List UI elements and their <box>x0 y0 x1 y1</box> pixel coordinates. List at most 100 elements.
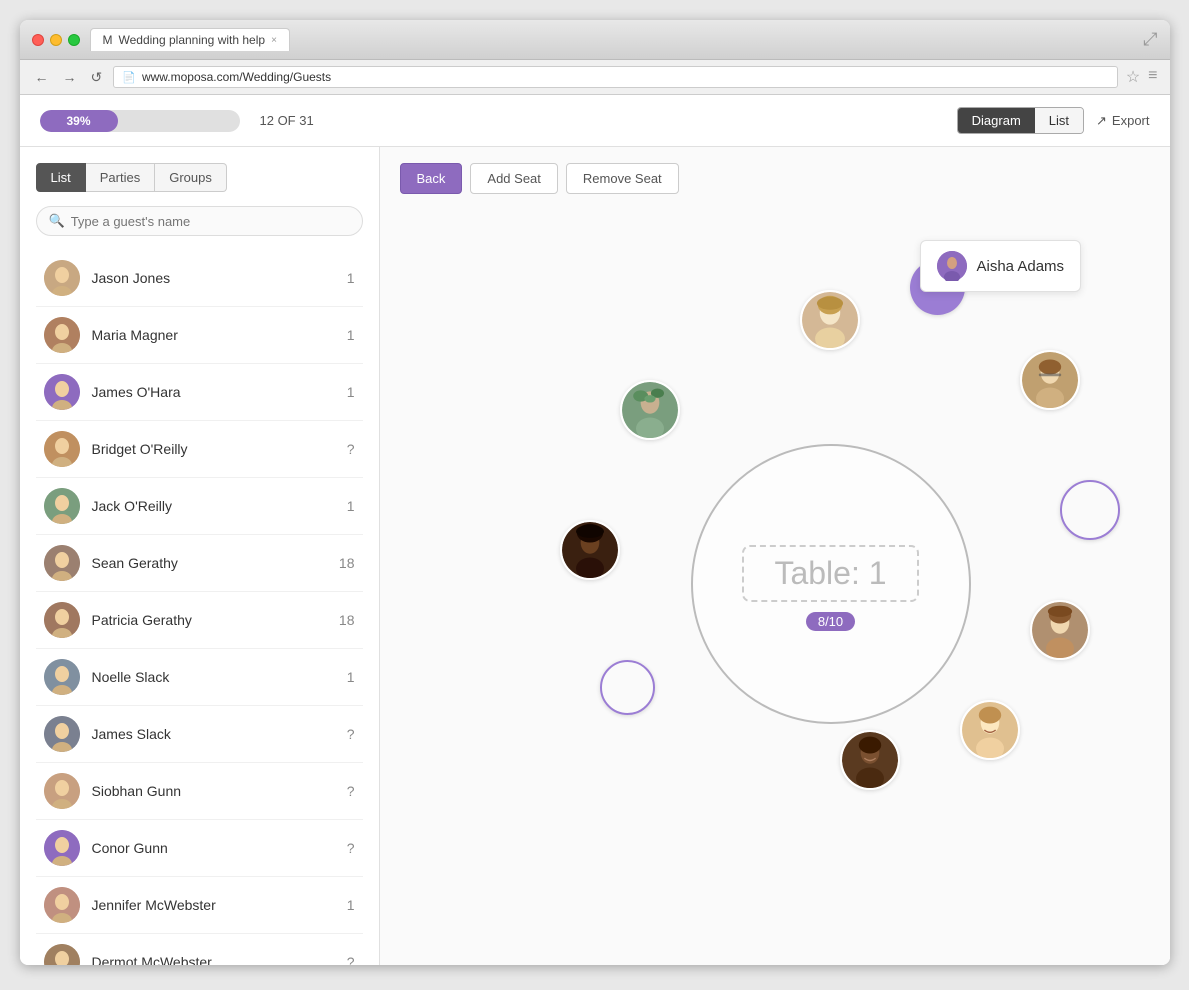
table-dashed-box: Table: 1 <box>742 545 918 602</box>
back-nav-button[interactable]: ← <box>32 69 52 85</box>
guest-table-number: 1 <box>335 669 355 685</box>
guest-avatar <box>44 830 80 866</box>
seat-top-center[interactable] <box>800 290 860 350</box>
tab-title: Wedding planning with help <box>119 33 266 47</box>
progress-bar-container: 39% <box>40 110 240 132</box>
minimize-dot[interactable] <box>50 34 62 46</box>
browser-tab[interactable]: M Wedding planning with help × <box>90 28 290 51</box>
guest-avatar <box>44 488 80 524</box>
guest-name: Jack O'Reilly <box>92 498 335 514</box>
top-bar: 39% 12 OF 31 Diagram List ↗ Export <box>20 95 1170 147</box>
guest-avatar <box>44 773 80 809</box>
guest-avatar <box>44 260 80 296</box>
guest-name: Jason Jones <box>92 270 335 286</box>
add-seat-button[interactable]: Add Seat <box>470 163 558 194</box>
search-icon: 🔍 <box>49 213 65 229</box>
guest-avatar <box>44 317 80 353</box>
url-field[interactable]: 📄 www.moposa.com/Wedding/Guests <box>113 66 1118 88</box>
seat-tooltip: Aisha Adams <box>920 240 1082 292</box>
guest-table-number: 18 <box>335 555 355 571</box>
guest-name: Noelle Slack <box>92 669 335 685</box>
search-box: 🔍 <box>36 206 363 236</box>
seat-bottom-right[interactable] <box>960 700 1020 760</box>
seat-bottom-center[interactable] <box>840 730 900 790</box>
window-resize-icon[interactable]: ⤢ <box>1143 29 1157 50</box>
seat-right-bottom[interactable] <box>1030 600 1090 660</box>
guest-item[interactable]: Jason Jones1 <box>36 250 363 307</box>
bookmark-icon[interactable]: ☆ <box>1126 67 1140 87</box>
guest-table-number: 1 <box>335 897 355 913</box>
guest-item[interactable]: James O'Hara1 <box>36 364 363 421</box>
top-bar-right: Diagram List ↗ Export <box>957 107 1150 134</box>
export-icon: ↗ <box>1096 113 1107 129</box>
guest-name: Siobhan Gunn <box>92 783 335 799</box>
tab-close-icon[interactable]: × <box>271 35 277 46</box>
seat-left[interactable] <box>560 520 620 580</box>
guest-item[interactable]: Dermot McWebster? <box>36 934 363 965</box>
forward-nav-button[interactable]: → <box>60 69 80 85</box>
table-count: 8/10 <box>806 612 855 631</box>
guest-item[interactable]: Bridget O'Reilly? <box>36 421 363 478</box>
remove-seat-button[interactable]: Remove Seat <box>566 163 679 194</box>
guest-item[interactable]: Maria Magner1 <box>36 307 363 364</box>
guest-table-number: 18 <box>335 612 355 628</box>
guest-table-number: 1 <box>335 270 355 286</box>
browser-dots <box>32 34 80 46</box>
guest-item[interactable]: Siobhan Gunn? <box>36 763 363 820</box>
guest-table-number: ? <box>335 726 355 742</box>
export-button[interactable]: ↗ Export <box>1096 113 1149 129</box>
guest-avatar <box>44 659 80 695</box>
refresh-button[interactable]: ↺ <box>88 69 106 86</box>
guest-item[interactable]: Sean Gerathy18 <box>36 535 363 592</box>
menu-icon[interactable]: ≡ <box>1148 67 1157 87</box>
guest-item[interactable]: Patricia Gerathy18 <box>36 592 363 649</box>
guest-item[interactable]: Noelle Slack1 <box>36 649 363 706</box>
guest-table-number: 1 <box>335 498 355 514</box>
guest-table-number: ? <box>335 441 355 457</box>
progress-label: 39% <box>66 114 90 128</box>
sidebar: List Parties Groups 🔍 Jason Jones1Maria … <box>20 147 380 965</box>
guest-table-number: 1 <box>335 384 355 400</box>
table-diagram: Table: 1 8/10 <box>380 210 1170 958</box>
guest-avatar <box>44 431 80 467</box>
guest-item[interactable]: Jennifer McWebster1 <box>36 877 363 934</box>
url-text: www.moposa.com/Wedding/Guests <box>142 70 331 84</box>
tab-parties[interactable]: Parties <box>86 163 155 192</box>
guest-avatar <box>44 602 80 638</box>
url-actions: ☆ ≡ <box>1126 67 1158 87</box>
tab-favicon: M <box>103 33 113 47</box>
close-dot[interactable] <box>32 34 44 46</box>
back-button[interactable]: Back <box>400 163 463 194</box>
list-view-button[interactable]: List <box>1035 108 1083 133</box>
seat-bottom-left-empty[interactable] <box>600 660 655 715</box>
diagram-view-button[interactable]: Diagram <box>958 108 1035 133</box>
seat-right-top[interactable] <box>1020 350 1080 410</box>
guest-item[interactable]: Conor Gunn? <box>36 820 363 877</box>
guest-item[interactable]: James Slack? <box>36 706 363 763</box>
guest-name: Maria Magner <box>92 327 335 343</box>
sidebar-tabs: List Parties Groups <box>36 163 363 192</box>
diagram-area: Back Add Seat Remove Seat Table: 1 8/10 <box>380 147 1170 965</box>
tooltip-avatar <box>937 251 967 281</box>
maximize-dot[interactable] <box>68 34 80 46</box>
main-layout: List Parties Groups 🔍 Jason Jones1Maria … <box>20 147 1170 965</box>
export-label: Export <box>1112 113 1150 128</box>
guest-name: James O'Hara <box>92 384 335 400</box>
guest-table-number: 1 <box>335 327 355 343</box>
guest-avatar <box>44 545 80 581</box>
guest-item[interactable]: Jack O'Reilly1 <box>36 478 363 535</box>
diagram-toolbar: Back Add Seat Remove Seat <box>380 147 1170 210</box>
seat-top-left[interactable] <box>620 380 680 440</box>
browser-window: M Wedding planning with help × ⤢ ← → ↺ 📄… <box>20 20 1170 965</box>
guest-avatar <box>44 716 80 752</box>
seat-right-middle-empty[interactable] <box>1060 480 1120 540</box>
tab-list[interactable]: List <box>36 163 86 192</box>
guest-name: Bridget O'Reilly <box>92 441 335 457</box>
search-input[interactable] <box>71 214 350 229</box>
tab-groups[interactable]: Groups <box>155 163 227 192</box>
guest-name: Jennifer McWebster <box>92 897 335 913</box>
progress-bar-fill: 39% <box>40 110 118 132</box>
tooltip-name: Aisha Adams <box>977 258 1065 275</box>
guest-table-number: ? <box>335 954 355 965</box>
guest-name: Dermot McWebster <box>92 954 335 965</box>
